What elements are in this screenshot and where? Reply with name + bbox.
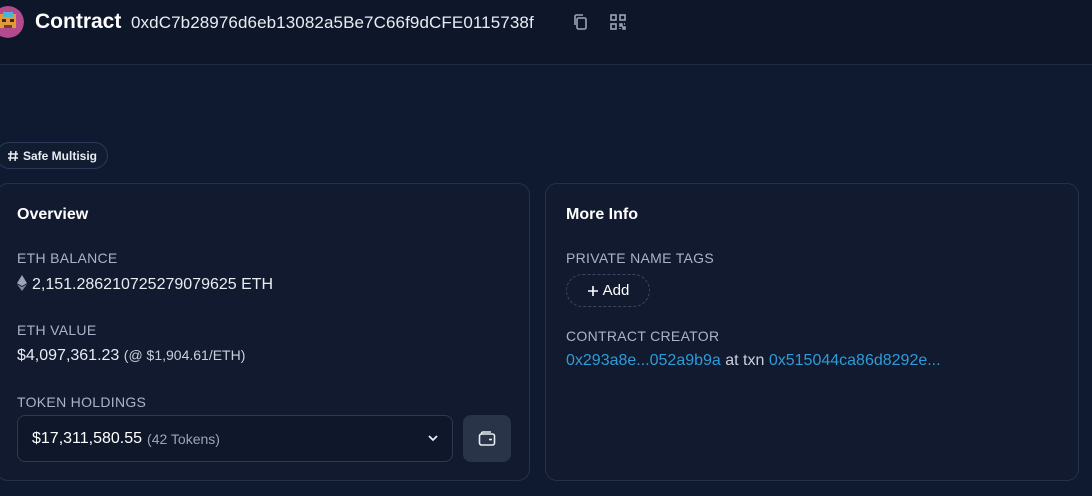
hash-icon bbox=[8, 150, 18, 161]
page-title: Contract bbox=[35, 10, 122, 33]
token-holdings-value: $17,311,580.55 bbox=[32, 429, 143, 447]
wallet-button[interactable] bbox=[463, 415, 511, 462]
eth-value-label: ETH VALUE bbox=[17, 322, 97, 338]
eth-value: $4,097,361.23 (@ $1,904.61/ETH) bbox=[17, 347, 245, 365]
header-bar: Contract 0xdC7b28976d6eb13082a5Be7C66f9d… bbox=[0, 0, 1092, 65]
private-name-tags-label: PRIVATE NAME TAGS bbox=[566, 250, 714, 266]
plus-icon bbox=[587, 285, 598, 296]
eth-balance-value: 2,151.286210725279079625 ETH bbox=[17, 275, 273, 296]
eth-value-usd: $4,097,361.23 bbox=[17, 347, 120, 364]
token-holdings-count: (42 Tokens) bbox=[147, 430, 220, 447]
at-txn-text: at txn bbox=[725, 352, 765, 369]
wallet-icon bbox=[478, 430, 496, 446]
add-label: Add bbox=[602, 282, 630, 299]
token-holdings-label: TOKEN HOLDINGS bbox=[17, 394, 147, 410]
eth-balance-label: ETH BALANCE bbox=[17, 250, 118, 266]
more-info-title: More Info bbox=[566, 206, 638, 223]
overview-title: Overview bbox=[17, 206, 89, 223]
eth-price: (@ $1,904.61/ETH) bbox=[123, 347, 246, 363]
add-tag-button[interactable]: Add bbox=[566, 274, 650, 307]
tag-label: Safe Multisig bbox=[23, 148, 98, 163]
token-holdings-dropdown[interactable]: $17,311,580.55 (42 Tokens) bbox=[17, 415, 453, 462]
copy-icon[interactable] bbox=[570, 12, 590, 32]
tag-safe-multisig[interactable]: Safe Multisig bbox=[0, 142, 109, 169]
contract-avatar bbox=[0, 6, 24, 38]
creator-txn-link[interactable]: 0x515044ca86d8292e... bbox=[769, 352, 941, 369]
contract-creator-row: 0x293a8e...052a9b9a at txn 0x515044ca86d… bbox=[566, 352, 941, 370]
more-info-card: More Info PRIVATE NAME TAGS Add CONTRACT… bbox=[545, 183, 1079, 481]
ethereum-icon bbox=[17, 275, 27, 296]
eth-balance-text: 2,151.286210725279079625 ETH bbox=[32, 276, 274, 293]
qr-code-icon[interactable] bbox=[608, 12, 628, 32]
contract-creator-label: CONTRACT CREATOR bbox=[566, 328, 720, 344]
overview-card: Overview ETH BALANCE 2,151.2862107252790… bbox=[0, 183, 530, 481]
creator-address-link[interactable]: 0x293a8e...052a9b9a bbox=[566, 352, 721, 369]
chevron-down-icon bbox=[426, 431, 440, 450]
contract-address[interactable]: 0xdC7b28976d6eb13082a5Be7C66f9dCFE011573… bbox=[131, 12, 534, 34]
